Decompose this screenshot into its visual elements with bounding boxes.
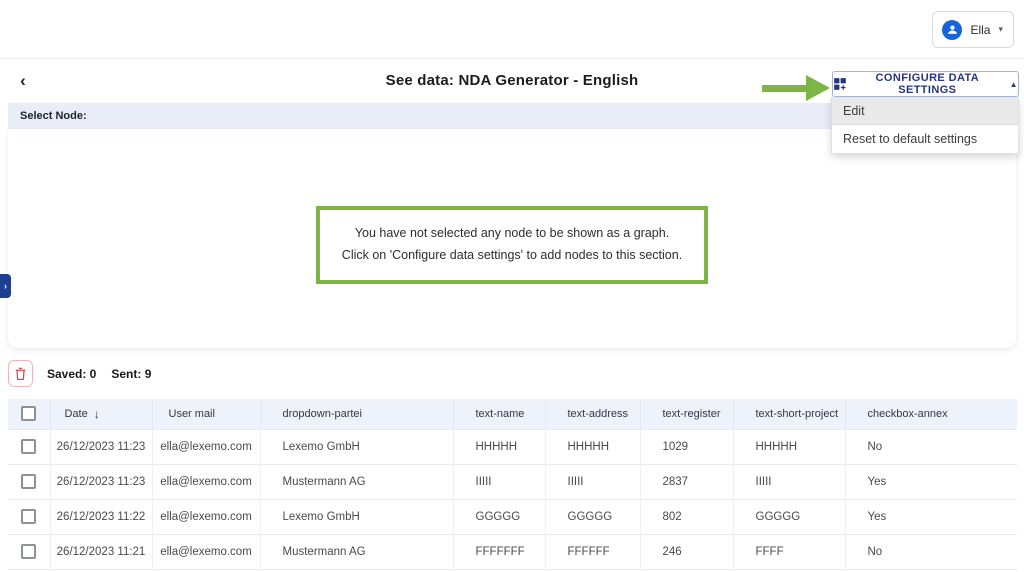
cell-text-short-project: IIIII — [733, 464, 845, 499]
table-row[interactable]: 26/12/2023 11:22 ella@lexemo.com Lexemo … — [8, 499, 1017, 534]
cell-text-address: IIIII — [545, 464, 640, 499]
menu-item-reset[interactable]: Reset to default settings — [832, 125, 1018, 153]
graph-panel: You have not selected any node to be sho… — [8, 129, 1016, 348]
user-name-label: Ella — [970, 23, 990, 37]
cell-checkbox-annex: Yes — [845, 464, 1017, 499]
column-header-date[interactable]: Date↓ — [50, 399, 152, 429]
dashboard-customize-icon — [833, 77, 847, 91]
cell-text-address: GGGGG — [545, 499, 640, 534]
empty-graph-message-line1: You have not selected any node to be sho… — [355, 223, 669, 245]
cell-checkbox-annex: No — [845, 534, 1017, 569]
column-header-text-name: text-name — [453, 399, 545, 429]
delete-button[interactable] — [8, 360, 33, 387]
cell-dropdown-partei: Lexemo GmbH — [260, 429, 453, 464]
configure-button-label: CONFIGURE DATA SETTINGS — [854, 72, 1001, 96]
chevron-down-icon: ▾ — [998, 24, 1003, 35]
cell-text-name: FFFFFFF — [453, 534, 545, 569]
cell-date: 26/12/2023 11:22 — [50, 499, 152, 534]
sent-count-label: Sent: 9 — [111, 367, 151, 381]
table-header-row: Date↓ User mail dropdown-partei text-nam… — [8, 399, 1017, 429]
configure-data-settings-button[interactable]: CONFIGURE DATA SETTINGS ▲ — [832, 71, 1019, 97]
cell-dropdown-partei: Mustermann AG — [260, 534, 453, 569]
cell-text-name: HHHHH — [453, 429, 545, 464]
cell-text-register: 246 — [640, 534, 733, 569]
empty-graph-message-box: You have not selected any node to be sho… — [316, 206, 708, 284]
cell-user-mail: ella@lexemo.com — [152, 464, 260, 499]
cell-text-address: FFFFFF — [545, 534, 640, 569]
chevron-up-icon: ▲ — [1010, 80, 1018, 89]
cell-text-short-project: FFFF — [733, 534, 845, 569]
table-row[interactable]: 26/12/2023 11:23 ella@lexemo.com Lexemo … — [8, 429, 1017, 464]
data-table: Date↓ User mail dropdown-partei text-nam… — [8, 399, 1017, 572]
cell-user-mail: ella@lexemo.com — [152, 429, 260, 464]
sidebar-expand-toggle[interactable]: › — [0, 274, 11, 298]
table-row[interactable]: 26/12/2023 11:23 ella@lexemo.com Musterm… — [8, 464, 1017, 499]
cell-text-short-project: GGGGG — [733, 499, 845, 534]
column-header-dropdown-partei: dropdown-partei — [260, 399, 453, 429]
cell-text-name: IIIII — [453, 464, 545, 499]
column-header-text-address: text-address — [545, 399, 640, 429]
select-all-checkbox[interactable] — [21, 406, 36, 421]
table-row[interactable]: 26/12/2023 11:21 ella@lexemo.com Musterm… — [8, 534, 1017, 569]
cell-text-address: HHHHH — [545, 429, 640, 464]
header-select-all — [8, 399, 50, 429]
row-checkbox[interactable] — [21, 439, 36, 454]
top-navbar: Ella ▾ — [0, 0, 1024, 59]
cell-text-name: GGGGG — [453, 499, 545, 534]
cell-checkbox-annex: No — [845, 429, 1017, 464]
cell-text-register: 2837 — [640, 464, 733, 499]
cell-dropdown-partei: Lexemo GmbH — [260, 499, 453, 534]
cell-date: 26/12/2023 11:23 — [50, 464, 152, 499]
column-header-text-short-project: text-short-project — [733, 399, 845, 429]
annotation-arrow-icon — [762, 75, 830, 101]
saved-count-label: Saved: 0 — [47, 367, 96, 381]
cell-user-mail: ella@lexemo.com — [152, 534, 260, 569]
column-header-user-mail: User mail — [152, 399, 260, 429]
row-checkbox[interactable] — [21, 474, 36, 489]
cell-text-register: 802 — [640, 499, 733, 534]
cell-dropdown-partei: Mustermann AG — [260, 464, 453, 499]
trash-icon — [14, 367, 27, 381]
configure-settings-menu: Edit Reset to default settings — [831, 97, 1019, 154]
cell-text-short-project: HHHHH — [733, 429, 845, 464]
column-header-checkbox-annex: checkbox-annex — [845, 399, 1017, 429]
column-header-text-register: text-register — [640, 399, 733, 429]
menu-item-edit[interactable]: Edit — [832, 97, 1018, 125]
cell-text-register: 1029 — [640, 429, 733, 464]
cell-date: 26/12/2023 11:23 — [50, 429, 152, 464]
table-toolbar: Saved: 0 Sent: 9 — [0, 348, 1024, 399]
row-checkbox[interactable] — [21, 509, 36, 524]
select-node-label: Select Node: — [20, 110, 87, 122]
cell-date: 26/12/2023 11:21 — [50, 534, 152, 569]
cell-user-mail: ella@lexemo.com — [152, 499, 260, 534]
user-avatar-icon — [942, 20, 962, 40]
cell-checkbox-annex: Yes — [845, 499, 1017, 534]
row-checkbox[interactable] — [21, 544, 36, 559]
sort-desc-icon: ↓ — [94, 407, 100, 421]
empty-graph-message-line2: Click on 'Configure data settings' to ad… — [342, 245, 682, 267]
user-menu-button[interactable]: Ella ▾ — [932, 11, 1014, 48]
